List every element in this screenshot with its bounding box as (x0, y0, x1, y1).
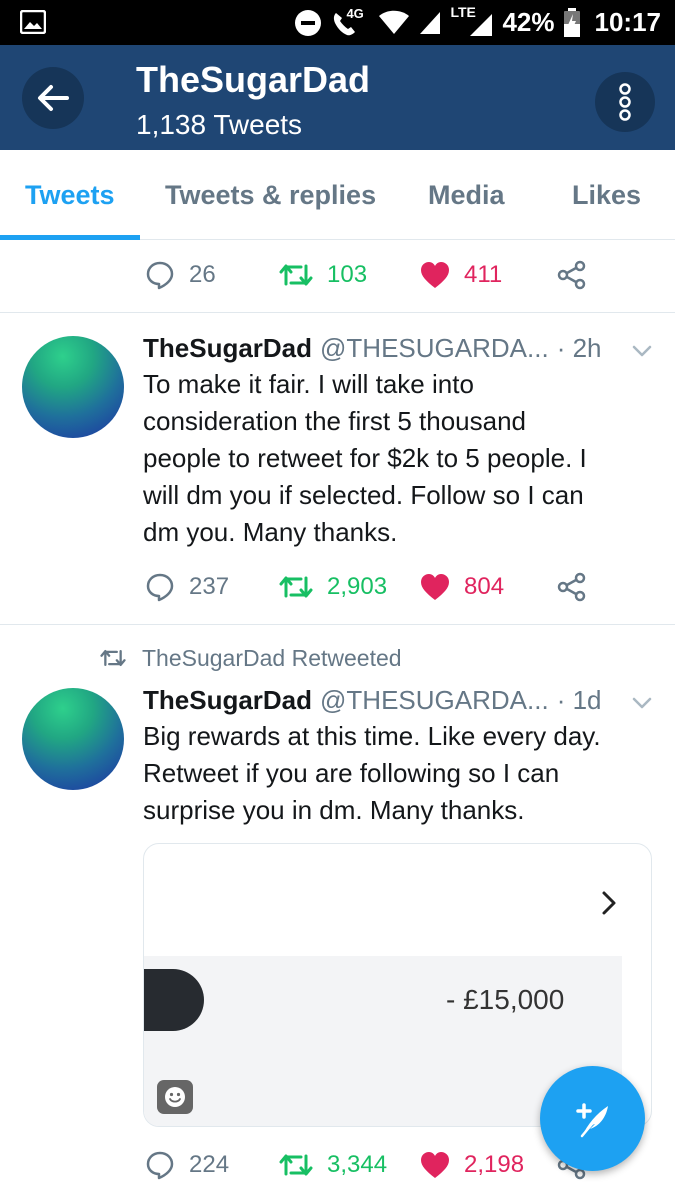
smiley-icon[interactable] (157, 1080, 193, 1114)
tweet-header: TheSugarDad @THESUGARDA... · 1d (143, 682, 602, 718)
reply-count: 237 (189, 573, 230, 600)
status-bar: 4G LTE 42% 10:17 (0, 0, 675, 45)
retweeted-by-text[interactable]: TheSugarDad Retweeted (142, 645, 402, 672)
heart-icon (421, 262, 449, 288)
retweet-button[interactable]: 2,903 (279, 557, 387, 617)
gallery-icon (20, 10, 46, 34)
profile-header: TheSugarDad 1,138 Tweets (0, 45, 675, 150)
retweet-count: 103 (327, 261, 368, 288)
compose-icon (575, 1102, 608, 1137)
like-button[interactable]: 411 (420, 245, 502, 305)
divider (0, 624, 675, 625)
wifi-call-icon: 4G (330, 5, 370, 38)
reply-button[interactable]: 237 (145, 557, 229, 617)
clock: 10:17 (594, 7, 662, 37)
share-button[interactable] (557, 557, 587, 617)
more-options-button[interactable] (595, 72, 655, 132)
like-count: 804 (464, 573, 505, 600)
tweet-text-line: Retweet if you are following so I can (143, 758, 560, 788)
tweet-text: To make it fair. I will take into consid… (143, 366, 643, 551)
like-count: 2,198 (464, 1151, 525, 1178)
share-icon (557, 572, 586, 602)
divider (0, 312, 675, 313)
tweet-header: TheSugarDad @THESUGARDA... · 2h (143, 330, 602, 366)
more-vertical-icon (619, 83, 631, 121)
like-button[interactable]: 2,198 (420, 1135, 524, 1195)
share-icon (557, 260, 586, 290)
retweet-icon (100, 649, 126, 667)
tweet-text-line: surprise you in dm. Many thanks. (143, 795, 525, 825)
retweet-icon (279, 1154, 313, 1176)
retweet-icon (279, 264, 313, 286)
retweet-button[interactable]: 3,344 (279, 1135, 387, 1195)
reply-icon (146, 1151, 174, 1180)
lte-signal: LTE (450, 4, 494, 40)
heart-icon (421, 574, 449, 600)
battery-percent: 42% (502, 7, 555, 37)
reply-icon (146, 261, 174, 290)
retweet-count: 3,344 (327, 1151, 388, 1178)
network-4g-label: 4G (346, 5, 364, 21)
tab-tweets-replies[interactable]: Tweets & replies (165, 150, 376, 240)
tab-likes[interactable]: Likes (572, 150, 641, 240)
tweet-text-line: consideration the first 5 thousand (143, 406, 527, 436)
chevron-down-icon[interactable] (631, 692, 653, 714)
profile-tabs: Tweets Tweets & replies Media Likes (0, 150, 675, 240)
avatar[interactable] (22, 688, 124, 790)
like-button[interactable]: 804 (420, 557, 504, 617)
signal-icon (420, 11, 441, 34)
reply-button[interactable]: 224 (145, 1135, 229, 1195)
tab-tweets[interactable]: Tweets (25, 150, 115, 240)
reply-count: 26 (189, 261, 216, 288)
tweet-count: 1,138 Tweets (136, 109, 303, 140)
tweet-text-line: dm you. Many thanks. (143, 517, 398, 547)
media-pill (144, 969, 204, 1031)
active-tab-indicator (0, 235, 140, 240)
tweet-time: · 1d (556, 684, 602, 715)
reply-count: 224 (189, 1151, 230, 1178)
tweet-text-line: people to retweet for $2k to 5 people. I (143, 443, 587, 473)
retweet-icon (279, 576, 313, 598)
tweet-actions: 237 2,903 804 (0, 557, 675, 617)
tweet-actions: 26 103 411 (0, 245, 675, 305)
battery-icon (563, 7, 580, 37)
tab-media[interactable]: Media (428, 150, 505, 240)
avatar[interactable] (22, 336, 124, 438)
page-title: TheSugarDad (136, 59, 371, 100)
like-count: 411 (464, 261, 503, 288)
retweet-button[interactable]: 103 (279, 245, 367, 305)
tweet-time: · 2h (556, 332, 602, 363)
back-button[interactable] (22, 67, 84, 129)
heart-icon (421, 1152, 449, 1178)
wifi-icon (379, 10, 410, 34)
retweeted-label: TheSugarDad Retweeted (100, 642, 402, 674)
reply-icon (146, 573, 174, 602)
tweet-text-line: Big rewards at this time. Like every day… (143, 721, 601, 751)
signal-icon-2 (470, 13, 493, 36)
tweet-text-line: will dm you if selected. Follow so I can (143, 480, 584, 510)
user-handle: @THESUGARDA... (320, 332, 549, 363)
chevron-down-icon[interactable] (631, 340, 653, 362)
tweet-text-line: To make it fair. I will take into (143, 369, 474, 399)
media-amount: - £15,000 (446, 984, 565, 1015)
user-handle: @THESUGARDA... (320, 684, 549, 715)
tweet-text: Big rewards at this time. Like every day… (143, 718, 643, 829)
chevron-right-icon (602, 891, 616, 915)
reply-button[interactable]: 26 (145, 245, 216, 305)
retweet-count: 2,903 (327, 573, 388, 600)
share-button[interactable] (557, 245, 587, 305)
display-name[interactable]: TheSugarDad (143, 685, 312, 716)
display-name[interactable]: TheSugarDad (143, 333, 312, 364)
dnd-icon (295, 9, 322, 36)
back-arrow-icon (38, 85, 69, 111)
compose-tweet-button[interactable] (540, 1066, 645, 1171)
